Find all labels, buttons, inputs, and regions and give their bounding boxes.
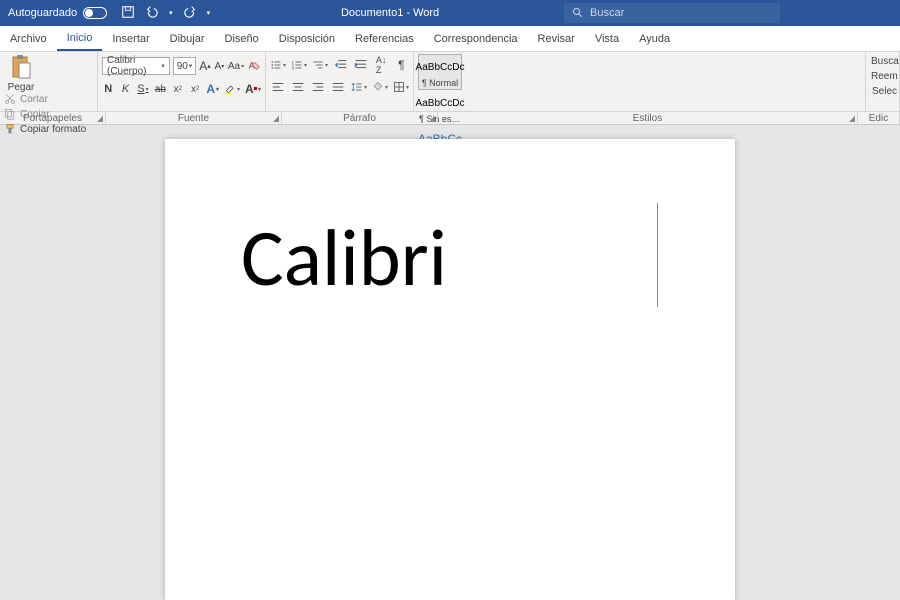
shading-button[interactable]: ▾ — [372, 79, 388, 95]
tab-referencias[interactable]: Referencias — [345, 26, 424, 51]
paste-label: Pegar — [8, 82, 35, 93]
tab-insertar[interactable]: Insertar — [102, 26, 159, 51]
align-center-button[interactable] — [290, 79, 305, 95]
dialog-launcher-icon[interactable]: ◢ — [97, 114, 103, 123]
save-icon[interactable] — [121, 5, 135, 22]
cursor-icon — [868, 87, 869, 97]
font-group-label: Fuente◢ — [106, 112, 282, 124]
multilevel-list-button[interactable]: ▾ — [312, 57, 328, 73]
bold-button[interactable]: N — [102, 81, 114, 97]
clear-formatting-button[interactable]: A — [247, 58, 261, 74]
ribbon-group-labels: Portapapeles◢ Fuente◢ Párrafo◢ Estilos◢ … — [0, 112, 900, 125]
dialog-launcher-icon[interactable]: ◢ — [429, 114, 435, 123]
italic-button[interactable]: K — [119, 81, 131, 97]
search-placeholder: Buscar — [590, 7, 624, 19]
editing-group: Busca Reem Selec — [866, 52, 900, 111]
font-size-combo[interactable]: 90▾ — [173, 57, 196, 75]
paragraph-group: ▾ 123▾ ▾ A↓Z ¶ ▾ ▾ ▾ — [266, 52, 414, 111]
sort-button[interactable]: A↓Z — [374, 57, 389, 73]
chevron-down-icon: ▾ — [189, 62, 193, 70]
increase-indent-button[interactable] — [353, 57, 368, 73]
replace-button[interactable]: Reem — [868, 69, 897, 84]
toggle-off-icon — [83, 7, 107, 19]
paragraph-group-label: Párrafo◢ — [282, 112, 438, 124]
text-effects-button[interactable]: A▾ — [206, 81, 219, 97]
show-marks-button[interactable]: ¶ — [394, 57, 409, 73]
svg-text:3: 3 — [292, 66, 294, 70]
dialog-launcher-icon[interactable]: ◢ — [273, 114, 279, 123]
document-body-text[interactable]: Calibri — [241, 219, 659, 299]
qat-customize-icon[interactable]: ▾ — [207, 9, 211, 17]
change-case-button[interactable]: Aa▾ — [228, 58, 244, 74]
tab-ayuda[interactable]: Ayuda — [629, 26, 680, 51]
justify-button[interactable] — [331, 79, 346, 95]
cut-button[interactable]: Cortar — [4, 93, 93, 105]
brush-icon — [4, 123, 16, 135]
strikethrough-button[interactable]: ab — [154, 81, 166, 97]
dialog-launcher-icon[interactable]: ◢ — [849, 114, 855, 123]
select-button[interactable]: Selec — [868, 84, 897, 99]
undo-dropdown-icon[interactable]: ▾ — [169, 9, 173, 17]
editing-group-label: Edic — [858, 112, 900, 124]
highlight-button[interactable]: ▾ — [224, 81, 240, 97]
undo-icon[interactable] — [145, 5, 159, 22]
superscript-button[interactable]: x2 — [189, 81, 201, 97]
align-left-button[interactable] — [270, 79, 285, 95]
align-right-button[interactable] — [311, 79, 326, 95]
search-box[interactable]: Buscar — [564, 3, 780, 23]
page[interactable]: Calibri — [165, 139, 735, 600]
tab-inicio[interactable]: Inicio — [57, 26, 103, 51]
paste-button[interactable]: Pegar — [4, 54, 38, 93]
tab-correspondencia[interactable]: Correspondencia — [424, 26, 528, 51]
ribbon: Pegar Cortar Copiar Copiar formato Calib… — [0, 52, 900, 112]
tab-revisar[interactable]: Revisar — [528, 26, 585, 51]
ribbon-tabs: ArchivoInicioInsertarDibujarDiseñoDispos… — [0, 26, 900, 52]
tab-diseño[interactable]: Diseño — [215, 26, 269, 51]
redo-icon[interactable] — [183, 5, 197, 22]
bullets-button[interactable]: ▾ — [270, 57, 286, 73]
text-cursor — [657, 203, 658, 307]
tab-vista[interactable]: Vista — [585, 26, 629, 51]
format-painter-button[interactable]: Copiar formato — [4, 123, 93, 135]
clipboard-group-label: Portapapeles◢ — [0, 112, 106, 124]
shrink-font-button[interactable]: A▾ — [214, 58, 225, 74]
font-color-button[interactable]: A▾ — [245, 81, 261, 97]
tab-disposición[interactable]: Disposición — [269, 26, 345, 51]
font-group: Calibri (Cuerpo)▾ 90▾ A▴ A▾ Aa▾ A N K S▾… — [98, 52, 266, 111]
autosave-label: Autoguardado — [8, 7, 77, 19]
quick-access-toolbar: ▾ ▾ — [115, 5, 216, 22]
styles-group-label: Estilos◢ — [438, 112, 858, 124]
window-title: Documento1 - Word — [216, 7, 564, 19]
styles-group: AaBbCcDc¶ NormalAaBbCcDc¶ Sin espa...AaB… — [414, 52, 866, 111]
document-canvas[interactable]: Calibri — [0, 125, 900, 600]
numbering-button[interactable]: 123▾ — [291, 57, 307, 73]
decrease-indent-button[interactable] — [333, 57, 348, 73]
subscript-button[interactable]: x2 — [172, 81, 184, 97]
borders-button[interactable]: ▾ — [393, 79, 409, 95]
paste-icon — [10, 54, 32, 80]
scissors-icon — [4, 93, 16, 105]
chevron-down-icon: ▾ — [161, 62, 165, 70]
autosave-toggle[interactable]: Autoguardado — [0, 7, 115, 19]
grow-font-button[interactable]: A▴ — [199, 58, 211, 74]
tab-archivo[interactable]: Archivo — [0, 26, 57, 51]
font-name-combo[interactable]: Calibri (Cuerpo)▾ — [102, 57, 170, 75]
tab-dibujar[interactable]: Dibujar — [160, 26, 215, 51]
style---normal[interactable]: AaBbCcDc¶ Normal — [418, 54, 462, 90]
underline-button[interactable]: S▾ — [137, 81, 149, 97]
title-bar: Autoguardado ▾ ▾ Documento1 - Word Busca… — [0, 0, 900, 26]
search-icon — [572, 7, 584, 19]
line-spacing-button[interactable]: ▾ — [351, 79, 367, 95]
clipboard-group: Pegar Cortar Copiar Copiar formato — [0, 52, 98, 111]
find-button[interactable]: Busca — [868, 54, 897, 69]
